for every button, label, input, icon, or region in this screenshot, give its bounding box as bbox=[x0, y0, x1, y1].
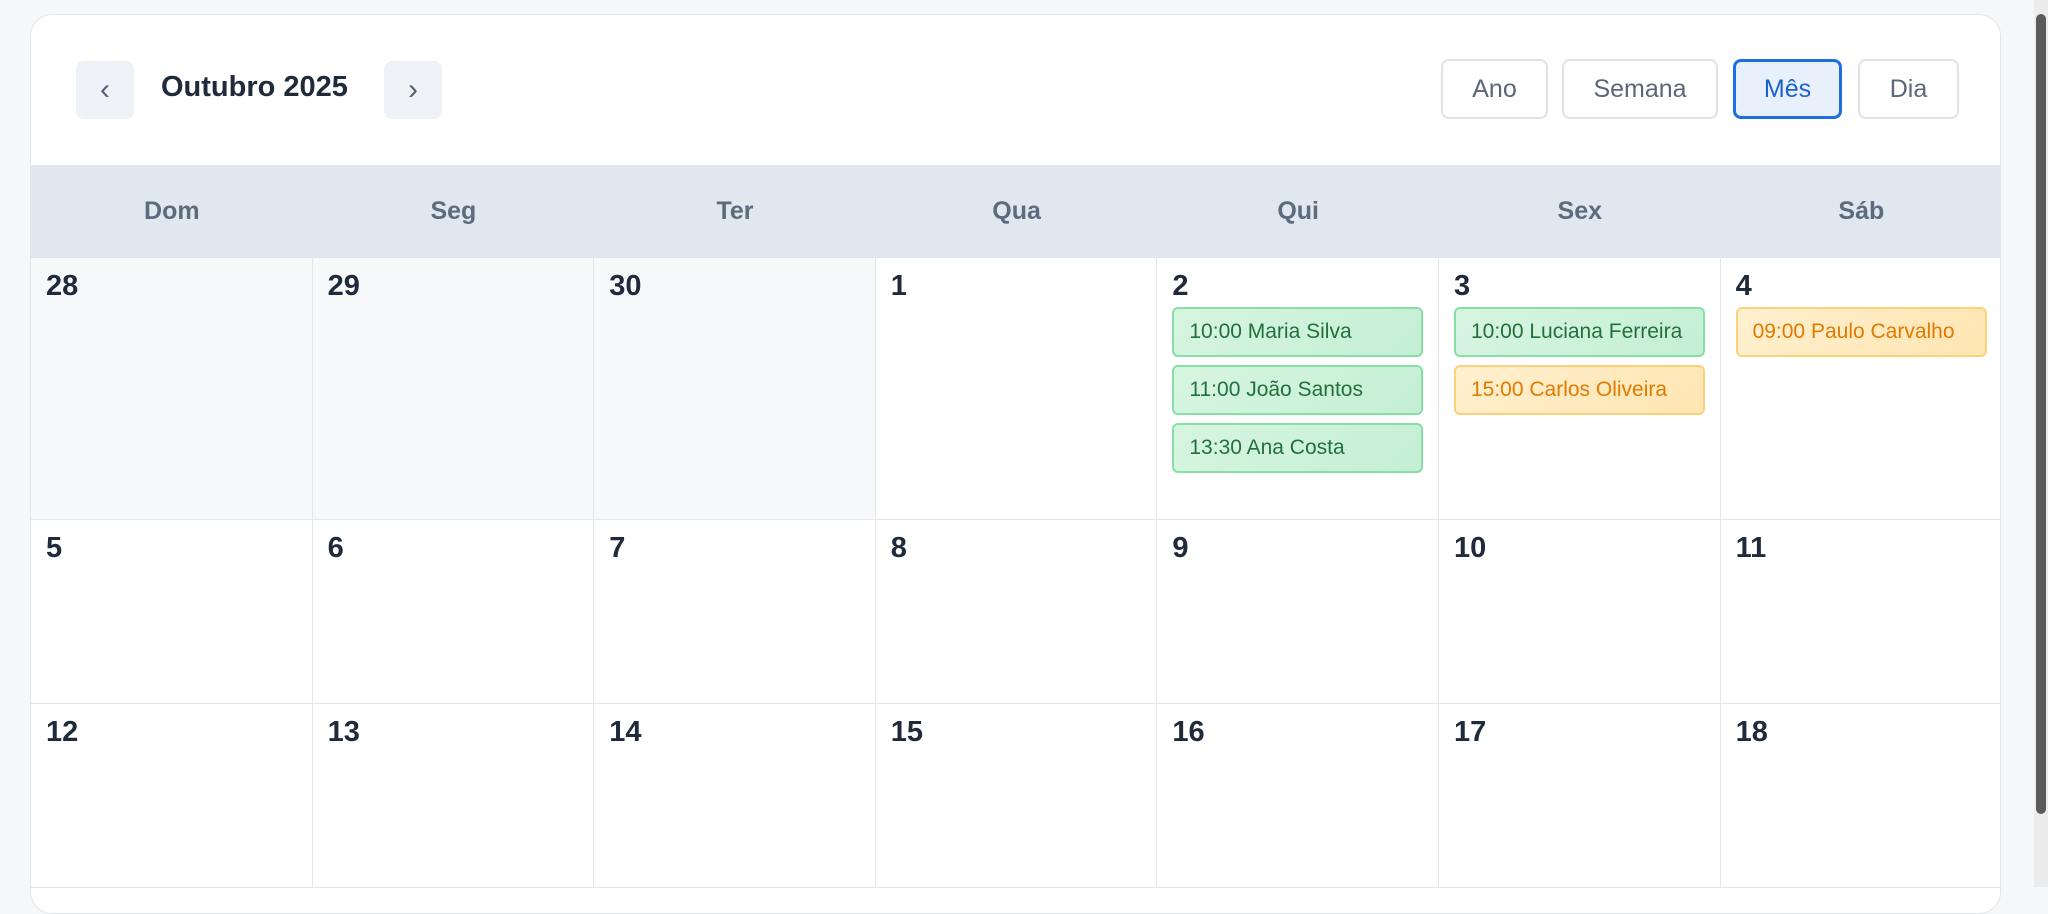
appointment-event[interactable]: 09:00 Paulo Carvalho bbox=[1735, 307, 1987, 357]
day-number: 28 bbox=[46, 270, 79, 302]
weekday-label: Seg bbox=[430, 197, 477, 225]
view-year-button[interactable]: Ano bbox=[1441, 59, 1548, 119]
day-events: 09:00 Paulo Carvalho bbox=[1735, 307, 1987, 365]
calendar-day-cell[interactable]: 11 bbox=[1720, 520, 2000, 703]
day-number: 8 bbox=[890, 532, 907, 564]
calendar-week-row: 12 13 14 15 16 17 18 bbox=[31, 704, 2000, 888]
calendar-day-cell[interactable]: 4 09:00 Paulo Carvalho bbox=[1720, 258, 2000, 519]
calendar-day-cell[interactable]: 18 bbox=[1720, 704, 2000, 887]
weekday-label: Sex bbox=[1557, 197, 1602, 225]
day-number: 14 bbox=[609, 716, 642, 748]
day-number: 13 bbox=[327, 716, 360, 748]
calendar-day-cell[interactable]: 28 bbox=[31, 258, 313, 519]
calendar-day-cell[interactable]: 1 bbox=[875, 258, 1158, 519]
calendar-day-cell[interactable]: 9 bbox=[1157, 520, 1439, 703]
calendar-day-cell[interactable]: 14 bbox=[594, 704, 876, 887]
day-number: 9 bbox=[1172, 532, 1189, 564]
calendar-day-cell[interactable]: 15 bbox=[875, 704, 1158, 887]
calendar-day-cell[interactable]: 6 bbox=[312, 520, 595, 703]
next-month-button[interactable]: › bbox=[384, 61, 442, 119]
calendar-day-cell[interactable]: 30 bbox=[594, 258, 876, 519]
view-month-button[interactable]: Mês bbox=[1733, 59, 1842, 119]
calendar-day-cell[interactable]: 8 bbox=[875, 520, 1158, 703]
day-number: 5 bbox=[46, 532, 63, 564]
month-grid: 28 29 30 1 2 10:00 Maria Silva 11:00 João Sant… bbox=[31, 258, 2000, 888]
day-events: 10:00 Maria Silva 11:00 João Santos 13:30 … bbox=[1172, 307, 1424, 481]
calendar-week-row: 5 6 7 8 9 10 11 bbox=[31, 520, 2000, 704]
calendar-card: ‹ Outubro 2025 › Ano Semana Mês Dia Dom … bbox=[30, 14, 2001, 914]
calendar-day-cell[interactable]: 13 bbox=[312, 704, 595, 887]
view-week-button[interactable]: Semana bbox=[1562, 59, 1718, 119]
calendar-day-cell[interactable]: 17 bbox=[1438, 704, 1721, 887]
weekday-label: Qua bbox=[992, 197, 1041, 225]
chevron-right-icon: › bbox=[408, 73, 418, 106]
calendar-day-cell[interactable]: 2 10:00 Maria Silva 11:00 João Santos 13:30… bbox=[1157, 258, 1439, 519]
day-events: 10:00 Luciana Ferreira 15:00 Carlos Olive… bbox=[1453, 307, 1705, 423]
calendar-header: ‹ Outubro 2025 › Ano Semana Mês Dia bbox=[31, 15, 2000, 165]
chevron-left-icon: ‹ bbox=[100, 73, 110, 106]
calendar-day-cell[interactable]: 7 bbox=[594, 520, 876, 703]
weekday-label: Ter bbox=[716, 197, 754, 225]
day-number: 30 bbox=[609, 270, 642, 302]
calendar-day-cell[interactable]: 16 bbox=[1157, 704, 1439, 887]
weekday-label: Dom bbox=[144, 197, 200, 225]
day-number: 29 bbox=[327, 270, 360, 302]
day-number: 2 bbox=[1172, 270, 1189, 302]
appointment-event[interactable]: 13:30 Ana Costa bbox=[1172, 423, 1424, 473]
calendar-day-cell[interactable]: 5 bbox=[31, 520, 313, 703]
weekday-header-row: Dom Seg Ter Qua Qui Sex Sáb bbox=[31, 165, 2000, 258]
appointment-event[interactable]: 11:00 João Santos bbox=[1172, 365, 1424, 415]
calendar-day-cell[interactable]: 10 bbox=[1438, 520, 1721, 703]
weekday-label: Qui bbox=[1277, 197, 1319, 225]
page-scrollbar[interactable] bbox=[2034, 0, 2048, 887]
view-day-button[interactable]: Dia bbox=[1858, 59, 1959, 119]
weekday-label: Sáb bbox=[1838, 197, 1885, 225]
day-number: 15 bbox=[890, 716, 924, 748]
day-number: 1 bbox=[890, 270, 907, 302]
scrollbar-thumb[interactable] bbox=[2036, 14, 2046, 814]
day-number: 11 bbox=[1735, 532, 1767, 564]
day-number: 7 bbox=[609, 532, 626, 564]
day-number: 10 bbox=[1453, 532, 1487, 564]
calendar-day-cell[interactable]: 12 bbox=[31, 704, 313, 887]
day-number: 16 bbox=[1172, 716, 1205, 748]
day-number: 12 bbox=[46, 716, 79, 748]
calendar-day-cell[interactable]: 29 bbox=[312, 258, 595, 519]
day-number: 17 bbox=[1453, 716, 1487, 748]
day-number: 4 bbox=[1735, 270, 1752, 302]
day-number: 6 bbox=[327, 532, 344, 564]
month-title: Outubro 2025 bbox=[161, 71, 348, 103]
day-number: 3 bbox=[1453, 270, 1471, 302]
appointment-event[interactable]: 15:00 Carlos Oliveira bbox=[1453, 365, 1705, 415]
day-number: 18 bbox=[1735, 716, 1768, 748]
calendar-week-row: 28 29 30 1 2 10:00 Maria Silva 11:00 João Sant… bbox=[31, 258, 2000, 520]
calendar-day-cell[interactable]: 3 10:00 Luciana Ferreira 15:00 Carlos Oliv… bbox=[1438, 258, 1721, 519]
appointment-event[interactable]: 10:00 Luciana Ferreira bbox=[1453, 307, 1705, 357]
appointment-event[interactable]: 10:00 Maria Silva bbox=[1172, 307, 1424, 357]
previous-month-button[interactable]: ‹ bbox=[76, 61, 134, 119]
